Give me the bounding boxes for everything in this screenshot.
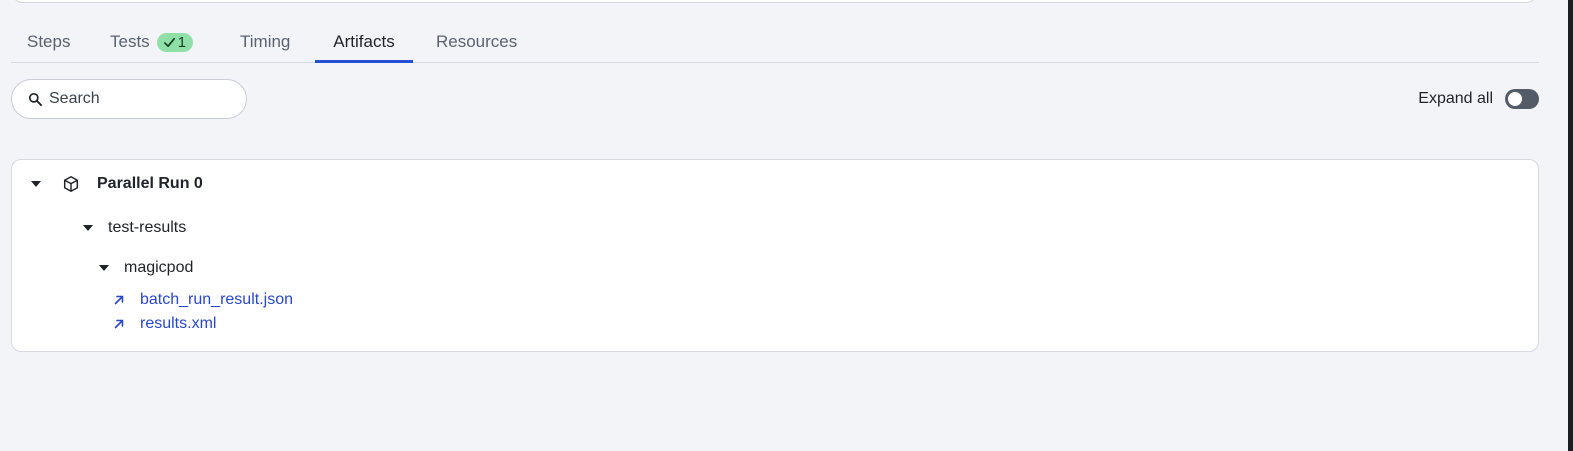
caret-down-icon[interactable] (31, 181, 41, 187)
check-icon (163, 37, 175, 47)
external-link-icon (113, 294, 125, 306)
tab-bar: Steps Tests 1 Timing Artifacts Resources (11, 22, 1539, 63)
tab-artifacts[interactable]: Artifacts (315, 22, 413, 63)
tests-passed-count: 1 (177, 33, 187, 51)
run-row[interactable]: Parallel Run 0 (31, 172, 203, 196)
active-tab-indicator (315, 60, 413, 63)
toggle-knob (1508, 92, 1522, 106)
tab-artifacts-label: Artifacts (333, 32, 395, 51)
tab-resources[interactable]: Resources (436, 22, 517, 62)
search-icon (28, 92, 43, 106)
file-link-batch-run-result[interactable]: batch_run_result.json (140, 291, 293, 309)
expand-all-label: Expand all (1418, 90, 1493, 107)
tab-steps[interactable]: Steps (27, 22, 70, 62)
tab-timing-label: Timing (240, 32, 291, 51)
tab-resources-label: Resources (436, 32, 518, 51)
file-row[interactable]: batch_run_result.json (113, 288, 293, 312)
package-icon (62, 175, 80, 193)
tab-tests-label: Tests (110, 32, 150, 51)
subfolder-row[interactable]: magicpod (99, 256, 193, 280)
top-card-edge (11, 0, 1538, 3)
search-box[interactable] (11, 79, 247, 119)
caret-down-icon[interactable] (99, 265, 109, 271)
external-link-icon (113, 318, 125, 330)
expand-all-toggle[interactable] (1505, 89, 1539, 109)
file-row[interactable]: results.xml (113, 312, 216, 336)
tab-steps-label: Steps (27, 32, 71, 51)
tab-timing[interactable]: Timing (240, 22, 290, 62)
window-edge (1568, 0, 1573, 451)
tab-tests[interactable]: Tests 1 (110, 22, 194, 62)
run-title: Parallel Run 0 (97, 175, 203, 192)
file-link-results-xml[interactable]: results.xml (140, 315, 216, 333)
folder-row[interactable]: test-results (83, 216, 186, 240)
folder-label: test-results (108, 219, 187, 236)
caret-down-icon[interactable] (83, 225, 93, 231)
search-input[interactable] (49, 90, 219, 108)
artifacts-tree: Parallel Run 0 test-results magicpod bat… (11, 159, 1539, 352)
expand-all-control: Expand all (1418, 86, 1539, 112)
tests-passed-badge: 1 (156, 32, 194, 52)
subfolder-label: magicpod (124, 259, 194, 276)
